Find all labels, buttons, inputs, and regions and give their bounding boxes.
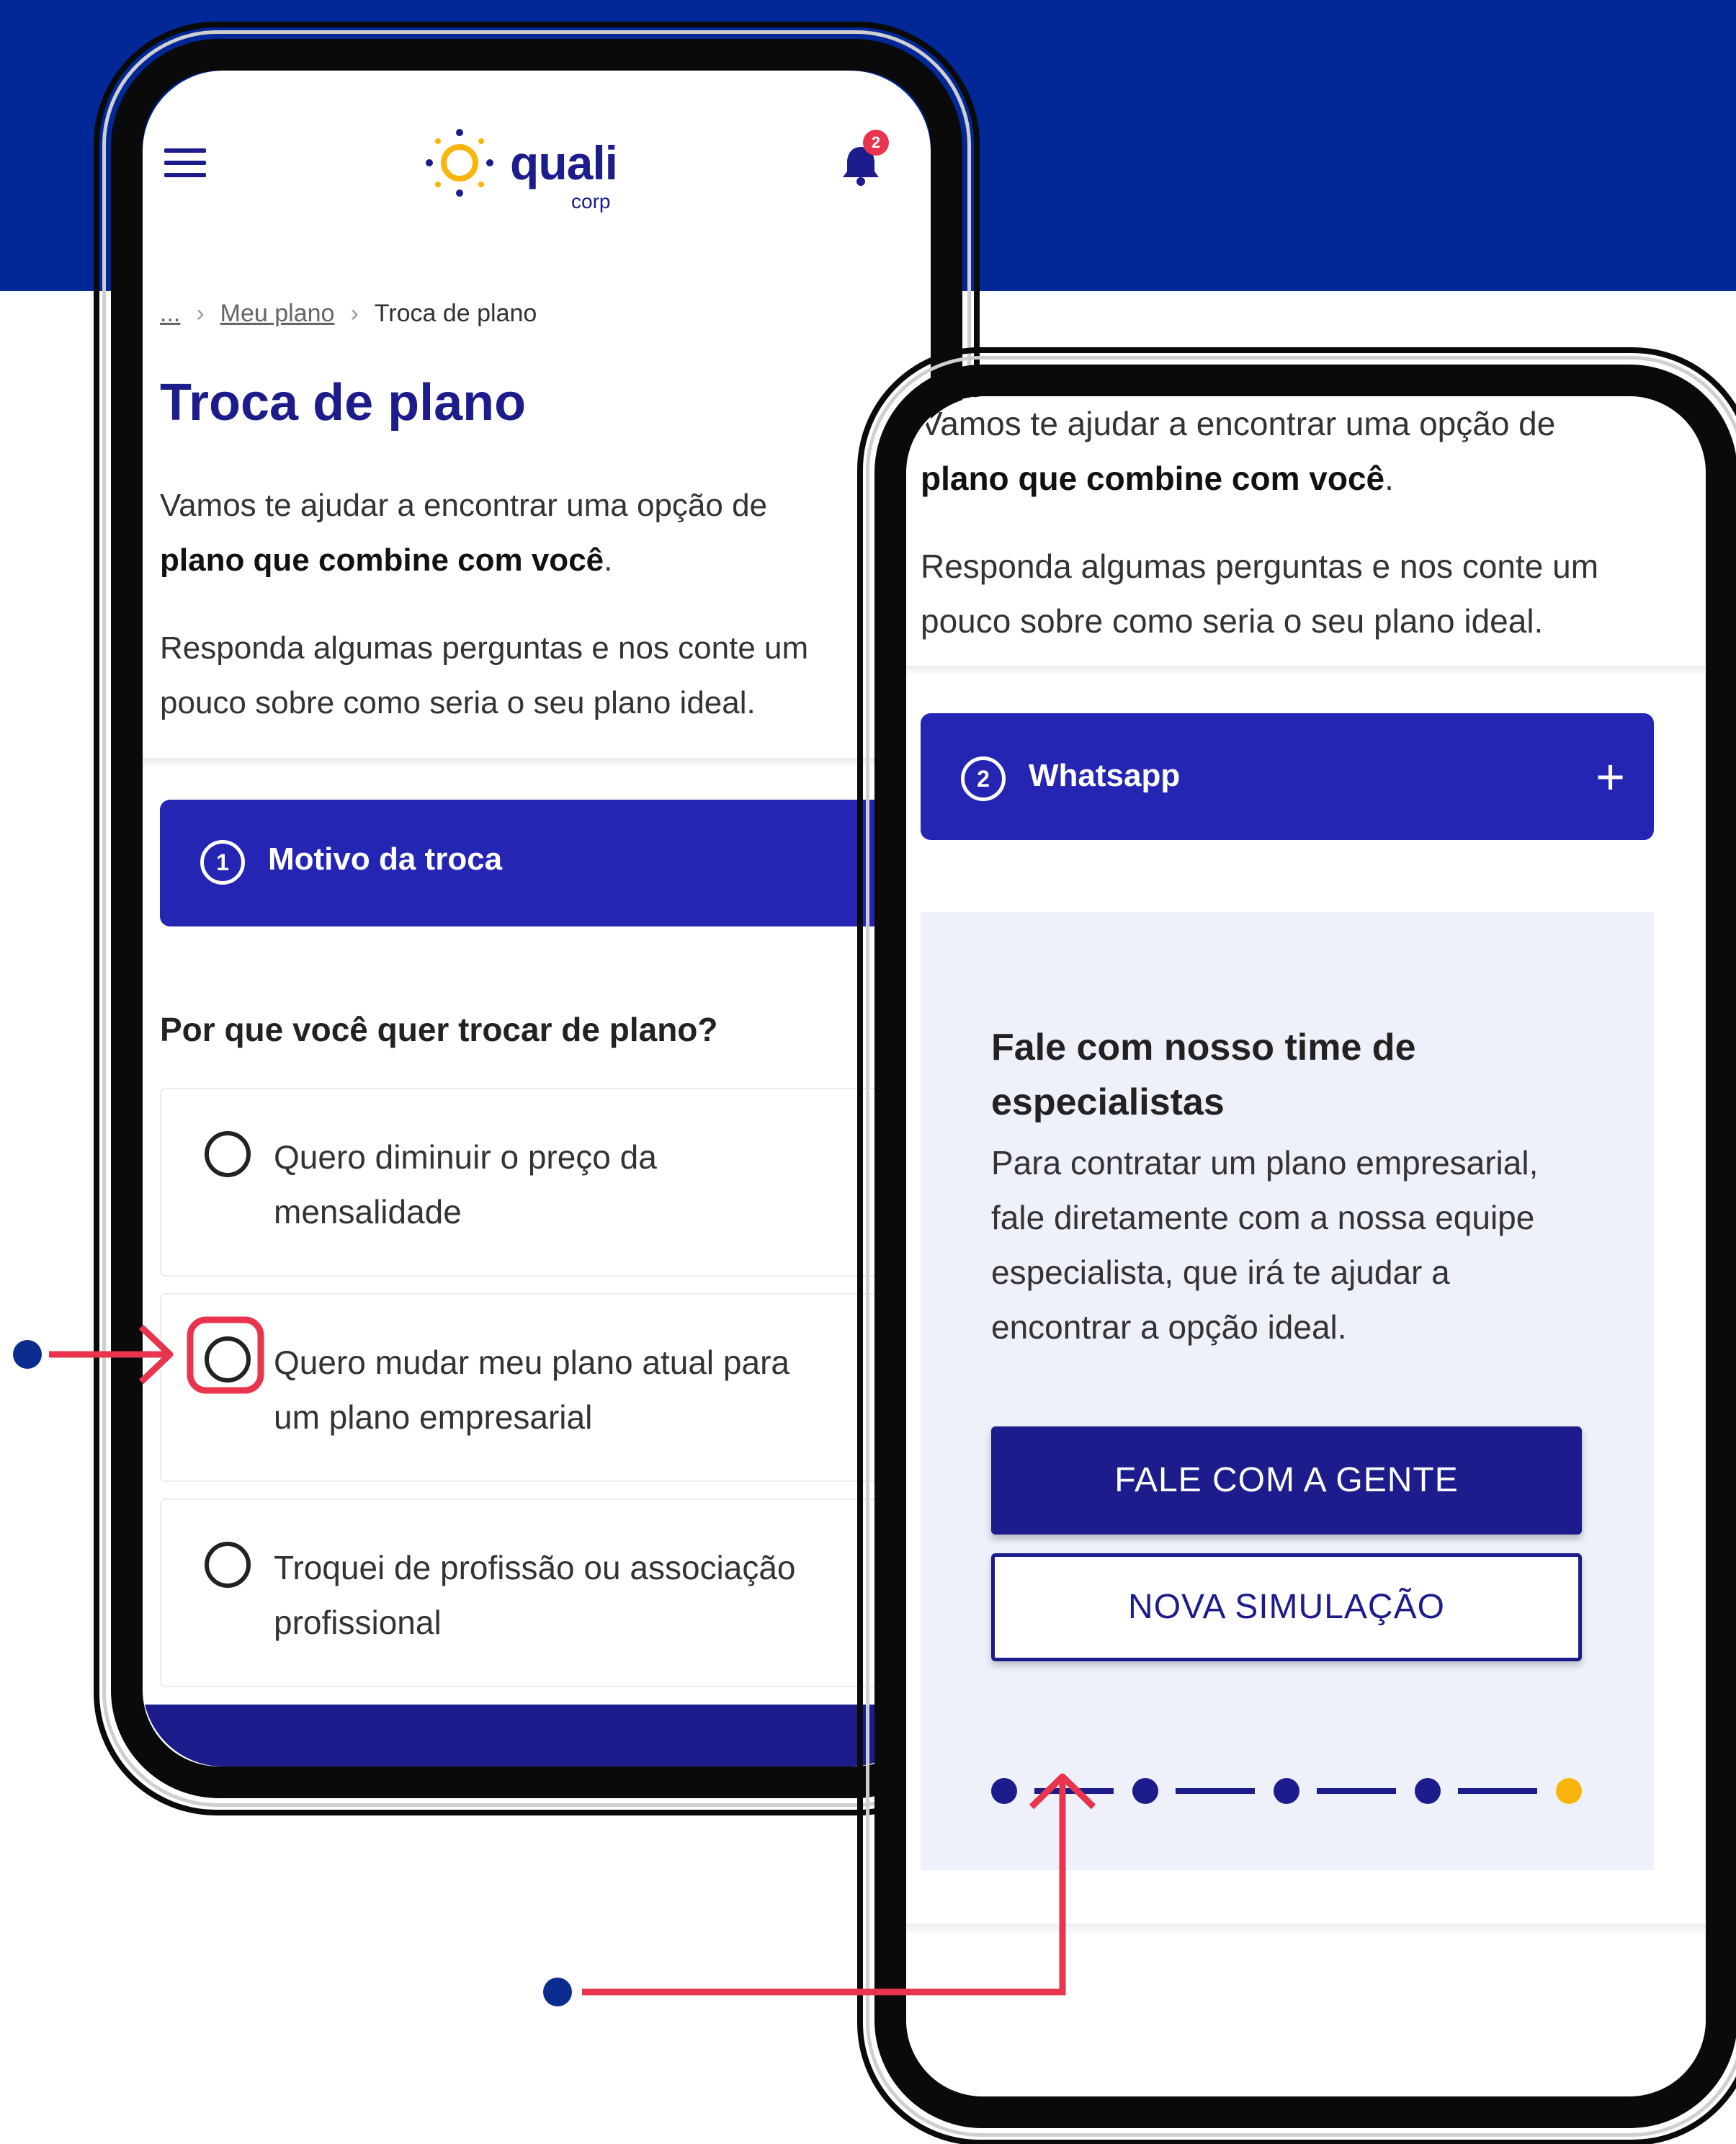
option-label-line: Quero mudar meu plano atual para [274,1344,789,1381]
option-label-line: um plano empresarial [274,1398,593,1436]
section-divider [906,1924,1706,1935]
stepper-connector [1034,1788,1114,1794]
breadcrumb: ... › Meu plano › Troca de plano [160,300,537,328]
card-title-line: especialistas [991,1081,1225,1123]
sun-logo-icon [426,129,493,197]
stepper-dot-3 [1274,1778,1299,1804]
intro-line: pouco sobre como seria o seu plano ideal… [160,685,756,720]
page-title: Troca de plano [160,374,527,432]
nova-simulacao-button[interactable]: NOVA SIMULAÇÃO [991,1553,1582,1661]
intro-period: . [604,542,613,578]
app-header: quali corp 2 [143,71,931,251]
breadcrumb-root[interactable]: ... [160,300,180,327]
hamburger-menu-icon[interactable] [164,148,206,177]
stepper-dot-4 [1415,1778,1441,1804]
option-card-troca-profissao[interactable]: Troquei de profissão ou associação profi… [160,1498,931,1687]
card-body-line: Para contratar um plano empresarial, [991,1144,1539,1182]
intro-bold: plano que combine com você [160,542,604,578]
section-divider [143,758,931,768]
phone-right-screen: Vamos te ajudar a encontrar uma opção de… [906,396,1706,2096]
intro-line: pouco sobre como seria o seu plano ideal… [921,602,1544,640]
radio-button[interactable] [205,1542,251,1588]
card-body-line: especialista, que irá te ajudar a [991,1254,1450,1291]
bottom-bar [143,1705,931,1766]
option-label: Quero diminuir o preço da mensalidade [274,1130,657,1239]
question-heading: Por que você quer trocar de plano? [160,1011,718,1048]
fale-com-a-gente-button[interactable]: FALE COM A GENTE [991,1426,1582,1535]
progress-stepper [991,1777,1589,1805]
card-title: Fale com nosso time de especialistas [991,1020,1416,1130]
stepper-connector [1317,1788,1396,1794]
step-number-badge: 1 [200,840,245,885]
option-label-line: mensalidade [274,1193,462,1230]
intro-line: Vamos te ajudar a encontrar uma opção de [160,488,768,523]
logo-subtext: corp [571,190,611,213]
annotation-dot-bottom [543,1978,572,2006]
card-body: Para contratar um plano empresarial, fal… [991,1135,1538,1354]
card-body-line: fale diretamente com a nossa equipe [991,1199,1535,1236]
stepper-connector [1176,1788,1255,1794]
stepper-connector [1458,1788,1537,1794]
step-motivo-da-troca[interactable]: 1 Motivo da troca [160,800,931,926]
card-title-line: Fale com nosso time de [991,1027,1416,1068]
notification-badge: 2 [863,130,889,156]
intro-paragraph: Vamos te ajudar a encontrar uma opção de… [921,396,1555,506]
step-whatsapp[interactable]: 2 Whatsapp + [921,713,1654,840]
qualicorp-logo: quali corp [424,127,640,213]
breadcrumb-current: Troca de plano [374,300,537,327]
option-label-line: profissional [274,1604,442,1641]
intro-line: Vamos te ajudar a encontrar uma opção de [921,405,1556,442]
step-label: Whatsapp [1029,758,1181,793]
intro-bold: plano que combine com você [921,460,1385,497]
intro-paragraph-2: Responda algumas perguntas e nos conte u… [160,621,931,731]
option-label: Quero mudar meu plano atual para um plan… [274,1335,789,1444]
intro-paragraph: Vamos te ajudar a encontrar uma opção de… [160,478,931,588]
chevron-right-icon: › [196,300,205,327]
option-card-diminuir-preco[interactable]: Quero diminuir o preço da mensalidade [160,1088,931,1277]
intro-line: Responda algumas perguntas e nos conte u… [921,548,1599,585]
option-label-line: Troquei de profissão ou associação [274,1549,796,1586]
step-label: Motivo da troca [268,841,503,877]
stepper-dot-2 [1132,1778,1158,1804]
intro-line: Responda algumas perguntas e nos conte u… [160,630,809,666]
stepper-dot-5-active [1556,1778,1582,1804]
chevron-right-icon: › [350,300,359,327]
breadcrumb-meu-plano[interactable]: Meu plano [220,300,335,327]
radio-button[interactable] [205,1336,251,1383]
plus-icon[interactable]: + [1596,748,1625,805]
annotation-dot-left [13,1340,42,1369]
option-label: Troquei de profissão ou associação profi… [274,1540,796,1650]
intro-paragraph-2: Responda algumas perguntas e nos conte u… [921,539,1598,648]
intro-period: . [1384,460,1394,497]
option-label-line: Quero diminuir o preço da [274,1138,657,1176]
specialist-card: Fale com nosso time de especialistas Par… [921,912,1654,1870]
stepper-dot-1 [991,1778,1017,1804]
section-divider [906,666,1706,676]
logo-wordmark: quali [510,136,618,189]
radio-button[interactable] [205,1131,251,1177]
option-card-plano-empresarial[interactable]: Quero mudar meu plano atual para um plan… [160,1293,931,1482]
phone-left-screen: quali corp 2 ... › Meu plano › Troca de plan… [143,71,931,1766]
step-number-badge: 2 [961,756,1006,801]
card-body-line: encontrar a opção ideal. [991,1308,1347,1346]
